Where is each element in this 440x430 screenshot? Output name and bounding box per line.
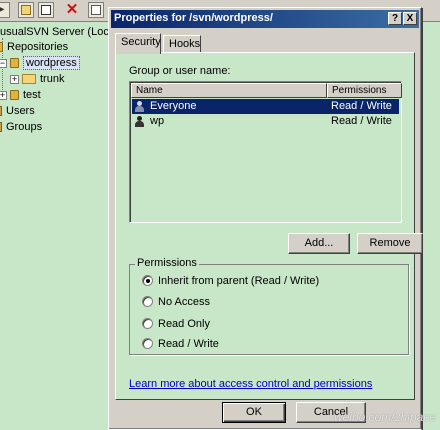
radio-label: Read Only <box>158 318 210 330</box>
list-item-everyone[interactable]: Everyone Read / Write <box>132 99 399 114</box>
radio-no-access[interactable]: No Access <box>142 295 210 309</box>
tree-node-server[interactable]: usualSVN Server (Loca <box>0 24 115 40</box>
repositories-label: Repositories <box>7 41 69 53</box>
expand-icon[interactable]: + <box>10 74 19 84</box>
repository-tree: usualSVN Server (Loca Repositories − word… <box>0 22 115 430</box>
folder-icon <box>22 74 36 85</box>
radio-indicator[interactable] <box>142 295 153 307</box>
groups-label: Groups <box>6 121 43 133</box>
radio-indicator[interactable] <box>142 317 153 329</box>
column-header-name[interactable]: Name <box>131 83 327 98</box>
tab-security[interactable]: Security <box>115 33 161 54</box>
learn-more-link[interactable]: Learn more about access control and perm… <box>129 378 372 390</box>
radio-read-only[interactable]: Read Only <box>142 317 210 331</box>
remove-button[interactable]: Remove <box>357 233 423 254</box>
add-button[interactable]: Add... <box>288 233 350 254</box>
groups-icon <box>0 122 2 133</box>
trunk-label: trunk <box>40 73 65 85</box>
tree-node-users[interactable]: Users <box>0 103 35 119</box>
delete-icon[interactable]: ✕ <box>64 2 80 18</box>
repository-icon <box>10 58 19 69</box>
group-icon <box>134 101 145 112</box>
radio-indicator[interactable] <box>142 337 153 349</box>
repository-icon <box>10 90 19 101</box>
ok-button[interactable]: OK <box>222 402 286 423</box>
properties-dialog: Properties for /svn/wordpress/ ? X Secur… <box>108 7 423 430</box>
column-header-permissions[interactable]: Permissions <box>327 83 402 98</box>
back-arrow-icon[interactable]: ▸ <box>0 2 10 18</box>
server-label: usualSVN Server (Loca <box>0 26 115 38</box>
list-item-permissions: Read / Write <box>331 100 392 112</box>
watermark: weibo.com/zhipace <box>333 410 436 424</box>
dialog-titlebar[interactable]: Properties for /svn/wordpress/ ? X <box>111 10 419 28</box>
tab-hooks[interactable]: Hooks <box>163 35 201 53</box>
test-label: test <box>23 89 41 101</box>
collapse-icon[interactable]: − <box>0 58 7 68</box>
tree-node-wordpress[interactable]: − wordpress <box>0 55 80 71</box>
properties-icon[interactable] <box>38 2 54 18</box>
security-panel: Group or user name: Name Permissions Eve… <box>115 52 423 400</box>
radio-label: Inherit from parent (Read / Write) <box>158 275 320 287</box>
users-label: Users <box>6 105 35 117</box>
group-user-label: Group or user name: <box>129 65 231 77</box>
radio-label: No Access <box>158 296 210 308</box>
tree-node-groups[interactable]: Groups <box>0 119 42 135</box>
list-item-wp[interactable]: wp Read / Write <box>132 114 399 129</box>
help-button[interactable]: ? <box>388 12 402 25</box>
permissions-list[interactable]: Name Permissions Everyone Read / Write w… <box>129 81 402 223</box>
radio-read-write[interactable]: Read / Write <box>142 337 219 351</box>
list-item-name: wp <box>150 115 165 127</box>
radio-inherit[interactable]: Inherit from parent (Read / Write) <box>142 274 319 288</box>
list-header: Name Permissions <box>131 83 402 98</box>
up-folder-icon[interactable] <box>18 2 34 18</box>
close-button[interactable]: X <box>403 12 417 25</box>
tree-node-trunk[interactable]: + trunk <box>10 71 64 87</box>
dialog-title: Properties for /svn/wordpress/ <box>114 12 273 24</box>
tree-node-test[interactable]: + test <box>0 87 41 103</box>
radio-indicator[interactable] <box>142 274 153 286</box>
radio-label: Read / Write <box>158 338 219 350</box>
tree-node-repositories[interactable]: Repositories <box>0 39 68 55</box>
list-item-name: Everyone <box>150 100 197 112</box>
permissions-groupbox: Permissions Inherit from parent (Read / … <box>129 257 409 355</box>
wordpress-label: wordpress <box>23 56 80 70</box>
expand-icon[interactable]: + <box>0 90 7 100</box>
list-item-permissions: Read / Write <box>331 115 392 127</box>
user-icon <box>134 116 145 127</box>
users-icon <box>0 106 2 117</box>
repository-icon <box>0 42 3 53</box>
permissions-legend: Permissions <box>135 257 199 269</box>
document-icon[interactable] <box>88 2 104 18</box>
